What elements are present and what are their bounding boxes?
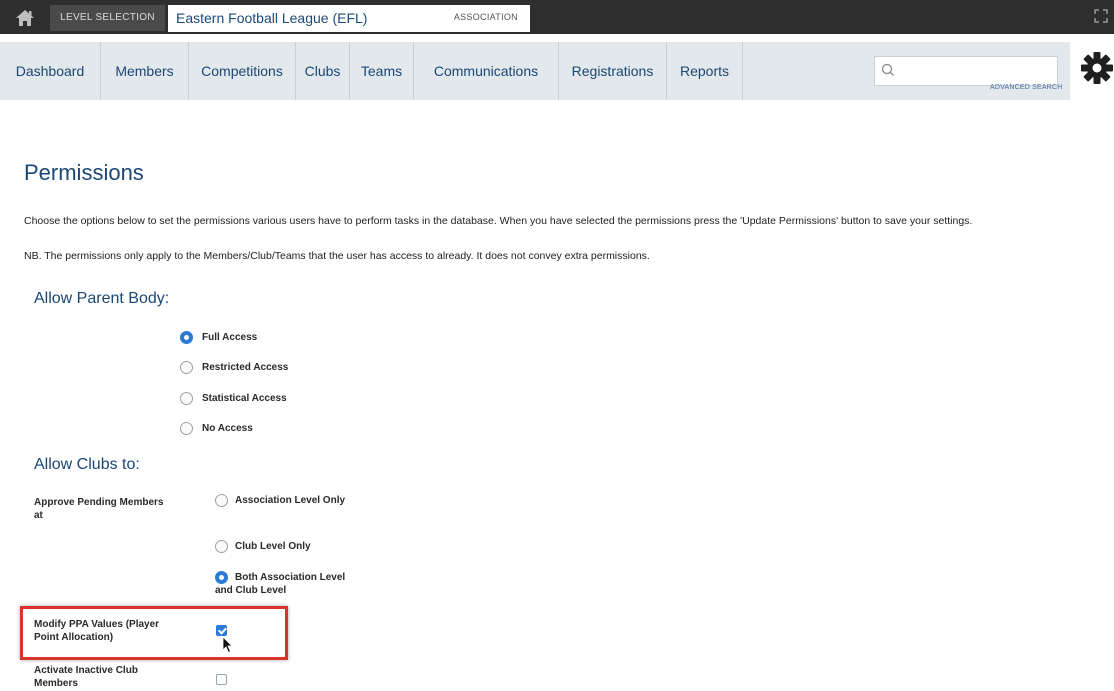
- home-icon[interactable]: [14, 8, 36, 28]
- main-nav: Dashboard Members Competitions Clubs Tea…: [0, 34, 1114, 108]
- organisation-selector[interactable]: Eastern Football League (EFL) ASSOCIATIO…: [168, 5, 530, 32]
- radio-full-access[interactable]: [180, 331, 193, 344]
- radio-club-level-only[interactable]: [215, 540, 228, 553]
- option-label: Both Association Level and Club Level: [215, 572, 346, 596]
- level-selection-button[interactable]: LEVEL SELECTION: [50, 5, 165, 31]
- gear-icon[interactable]: [1080, 48, 1114, 88]
- modify-ppa-checkbox[interactable]: [216, 625, 227, 636]
- radio-statistical-access[interactable]: [180, 392, 193, 405]
- activate-inactive-checkbox[interactable]: [216, 674, 227, 685]
- search-input[interactable]: [874, 56, 1058, 86]
- option-label: Statistical Access: [202, 393, 287, 404]
- nav-dashboard[interactable]: Dashboard: [0, 42, 101, 100]
- nav-members[interactable]: Members: [101, 42, 189, 100]
- clubs-heading: Allow Clubs to:: [34, 456, 140, 473]
- nav-clubs[interactable]: Clubs: [296, 42, 350, 100]
- option-label: No Access: [202, 423, 253, 434]
- search-icon: [879, 61, 897, 79]
- modify-ppa-label: Modify PPA Values (Player Point Allocati…: [34, 619, 160, 643]
- cursor-icon: [222, 636, 234, 654]
- option-label: Association Level Only: [235, 495, 346, 506]
- note-text: NB. The permissions only apply to the Me…: [24, 250, 650, 262]
- nav-registrations[interactable]: Registrations: [559, 42, 667, 100]
- nav-communications[interactable]: Communications: [414, 42, 559, 100]
- radio-no-access[interactable]: [180, 422, 193, 435]
- parent-body-heading: Allow Parent Body:: [34, 290, 170, 307]
- nav-teams[interactable]: Teams: [350, 42, 414, 100]
- option-label: Restricted Access: [202, 362, 289, 373]
- nav-reports[interactable]: Reports: [667, 42, 743, 100]
- page-title: Permissions: [24, 160, 144, 185]
- expand-icon[interactable]: [1094, 9, 1108, 23]
- activate-inactive-label: Activate Inactive Club Members: [34, 665, 138, 689]
- nav-competitions[interactable]: Competitions: [189, 42, 296, 100]
- approve-pending-label: Approve Pending Members at: [34, 497, 164, 521]
- intro-text: Choose the options below to set the perm…: [24, 215, 973, 227]
- organisation-type: ASSOCIATION: [453, 12, 518, 22]
- option-label: Full Access: [202, 332, 258, 343]
- radio-restricted-access[interactable]: [180, 361, 193, 374]
- option-label: Club Level Only: [235, 541, 311, 552]
- radio-association-level-only[interactable]: [215, 494, 228, 507]
- advanced-search-link[interactable]: ADVANCED SEARCH: [990, 84, 1063, 91]
- organisation-name: Eastern Football League (EFL): [176, 10, 368, 26]
- top-bar: LEVEL SELECTION Eastern Football League …: [0, 0, 1114, 34]
